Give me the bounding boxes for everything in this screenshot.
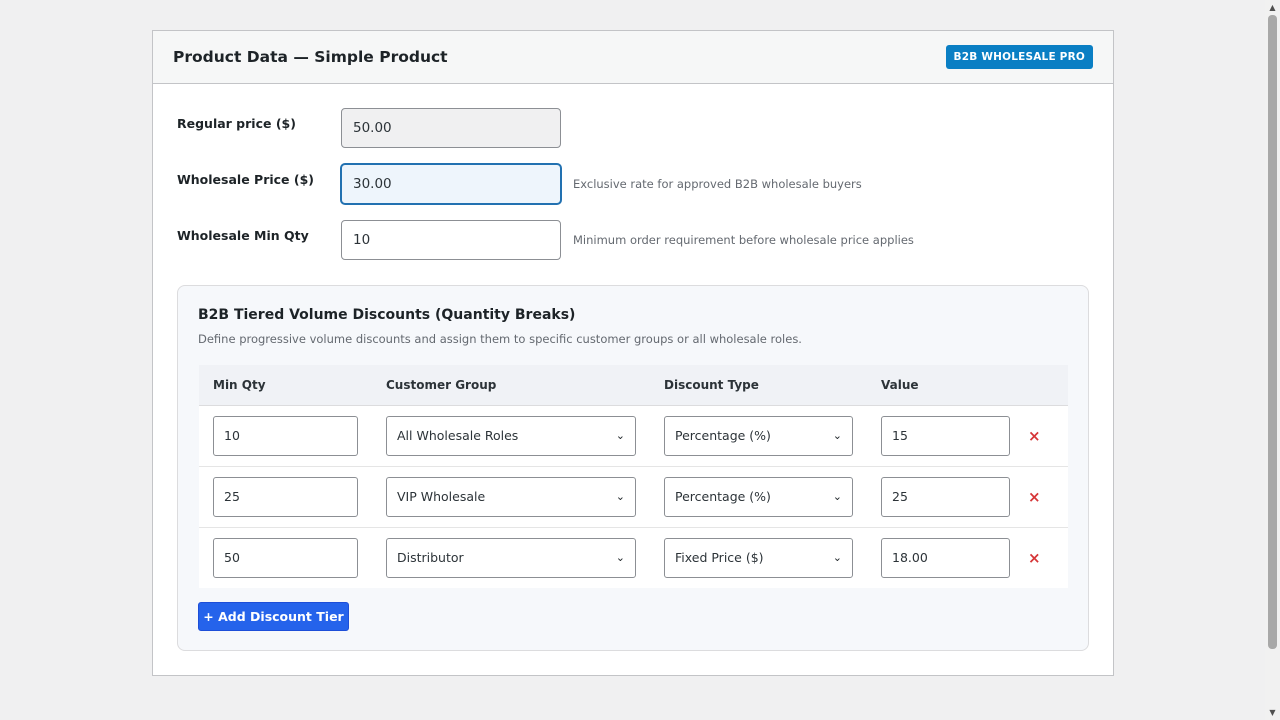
tier-min-qty-input[interactable]	[213, 415, 358, 456]
panel-title: Product Data — Simple Product	[173, 48, 448, 66]
wholesale-min-qty-label: Wholesale Min Qty	[177, 228, 309, 243]
selected-value: All Wholesale Roles	[397, 428, 519, 443]
chevron-down-icon: ⌄	[615, 551, 625, 565]
column-header-customer-group: Customer Group	[372, 365, 650, 406]
table-header-row: Min Qty Customer Group Discount Type Val…	[199, 365, 1068, 406]
wholesale-price-label: Wholesale Price ($)	[177, 172, 314, 187]
scroll-down-icon[interactable]: ▼	[1265, 705, 1280, 720]
chevron-down-icon: ⌄	[832, 551, 842, 565]
column-header-min-qty: Min Qty	[199, 365, 372, 406]
table-row: Distributor ⌄ Fixed Price ($) ⌄ ×	[199, 527, 1068, 588]
regular-price-input[interactable]	[341, 108, 561, 148]
tier-value-input[interactable]	[881, 537, 1010, 578]
selected-value: Distributor	[397, 550, 464, 566]
wholesale-min-qty-description: Minimum order requirement before wholesa…	[573, 233, 914, 247]
tiered-discounts-description: Define progressive volume discounts and …	[198, 332, 802, 346]
discount-tier-table: Min Qty Customer Group Discount Type Val…	[199, 365, 1068, 588]
product-data-panel: Product Data — Simple Product B2B WHOLES…	[152, 30, 1114, 676]
selected-value: VIP Wholesale	[397, 489, 486, 504]
discount-type-select[interactable]: Fixed Price ($) ⌄	[664, 537, 853, 578]
tiered-discounts-section: B2B Tiered Volume Discounts (Quantity Br…	[177, 285, 1089, 651]
chevron-down-icon: ⌄	[832, 490, 842, 503]
wholesale-price-description: Exclusive rate for approved B2B wholesal…	[573, 177, 862, 191]
page-scrollbar[interactable]: ▲ ▼	[1265, 0, 1280, 720]
wholesale-price-row: Wholesale Price ($) Exclusive rate for a…	[177, 164, 1077, 204]
chevron-down-icon: ⌄	[832, 429, 842, 442]
tier-value-input[interactable]	[881, 415, 1010, 456]
add-discount-tier-button[interactable]: + Add Discount Tier	[198, 602, 349, 631]
wholesale-price-input[interactable]	[341, 164, 561, 204]
regular-price-label: Regular price ($)	[177, 116, 296, 131]
wholesale-min-qty-input[interactable]	[341, 220, 561, 260]
customer-group-select[interactable]: Distributor ⌄	[386, 537, 636, 578]
plugin-badge: B2B WHOLESALE PRO	[945, 45, 1093, 69]
selected-value: Fixed Price ($)	[675, 550, 764, 566]
tier-value-input[interactable]	[881, 476, 1010, 517]
selected-value: Percentage (%)	[675, 489, 771, 504]
regular-price-row: Regular price ($)	[177, 108, 1077, 148]
remove-tier-icon[interactable]: ×	[1024, 549, 1045, 567]
tier-min-qty-input[interactable]	[213, 476, 358, 517]
tier-min-qty-input[interactable]	[213, 537, 358, 578]
panel-header: Product Data — Simple Product B2B WHOLES…	[153, 31, 1113, 84]
scroll-up-icon[interactable]: ▲	[1265, 0, 1280, 15]
wholesale-min-qty-row: Wholesale Min Qty Minimum order requirem…	[177, 220, 1077, 260]
table-row: All Wholesale Roles ⌄ Percentage (%) ⌄ ×	[199, 405, 1068, 467]
scrollbar-thumb[interactable]	[1268, 15, 1277, 649]
customer-group-select[interactable]: VIP Wholesale ⌄	[386, 476, 636, 517]
tiered-discounts-title: B2B Tiered Volume Discounts (Quantity Br…	[198, 307, 576, 323]
discount-type-select[interactable]: Percentage (%) ⌄	[664, 415, 853, 456]
selected-value: Percentage (%)	[675, 428, 771, 443]
chevron-down-icon: ⌄	[615, 490, 625, 503]
column-header-value: Value	[867, 365, 1010, 406]
remove-tier-icon[interactable]: ×	[1024, 427, 1045, 445]
remove-tier-icon[interactable]: ×	[1024, 488, 1045, 506]
table-row: VIP Wholesale ⌄ Percentage (%) ⌄ ×	[199, 466, 1068, 528]
chevron-down-icon: ⌄	[615, 429, 625, 442]
column-header-discount-type: Discount Type	[650, 365, 867, 406]
customer-group-select[interactable]: All Wholesale Roles ⌄	[386, 415, 636, 456]
discount-type-select[interactable]: Percentage (%) ⌄	[664, 476, 853, 517]
column-header-actions	[1010, 365, 1068, 406]
